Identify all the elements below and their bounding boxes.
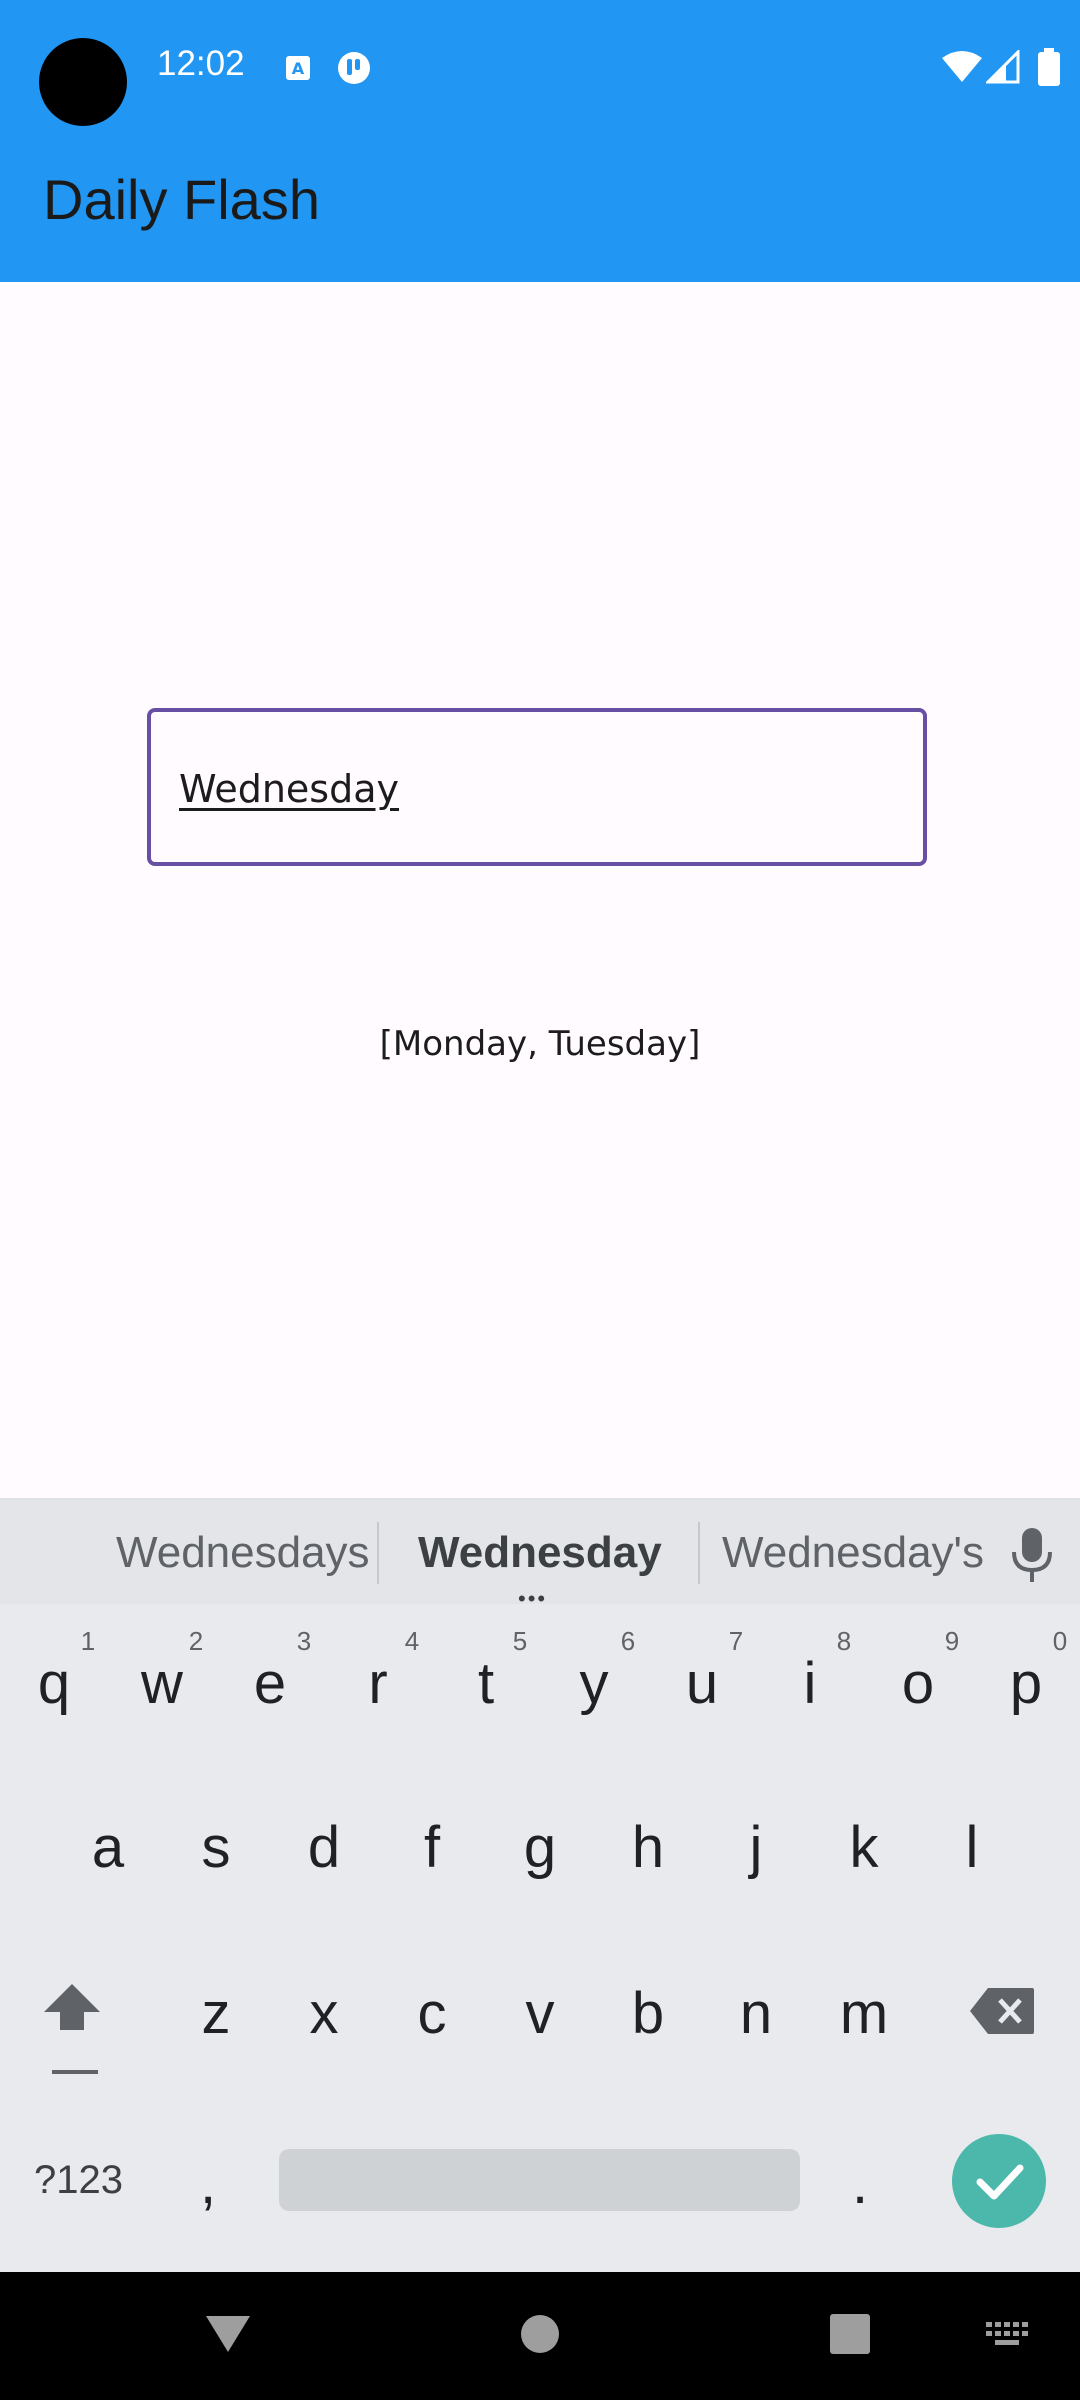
back-nav-icon[interactable] xyxy=(204,2312,252,2356)
suggestion-divider xyxy=(698,1522,700,1584)
key-v[interactable]: v xyxy=(490,1980,590,2047)
key-hint: 1 xyxy=(80,1626,96,1656)
key-hint: 9 xyxy=(944,1626,960,1656)
key-w[interactable]: w xyxy=(112,1650,212,1717)
key-m[interactable]: m xyxy=(814,1980,914,2047)
key-f[interactable]: f xyxy=(382,1814,482,1881)
key-hint: 5 xyxy=(512,1626,528,1656)
key-p[interactable]: p xyxy=(976,1650,1076,1717)
signal-icon xyxy=(986,50,1020,84)
key-r[interactable]: r xyxy=(328,1650,428,1717)
key-u[interactable]: u xyxy=(652,1650,752,1717)
key-o[interactable]: o xyxy=(868,1650,968,1717)
more-suggestions-icon[interactable]: ••• xyxy=(518,1586,547,1612)
suggestion-strip: Wednesdays Wednesday ••• Wednesday's xyxy=(0,1500,1080,1611)
keyboard-notification-icon: A xyxy=(286,56,310,80)
key-d[interactable]: d xyxy=(274,1814,374,1881)
key-g[interactable]: g xyxy=(490,1814,590,1881)
day-input-field[interactable] xyxy=(147,708,927,866)
key-hint: 7 xyxy=(728,1626,744,1656)
key-n[interactable]: n xyxy=(706,1980,806,2047)
key-t[interactable]: t xyxy=(436,1650,536,1717)
battery-icon xyxy=(1038,48,1060,86)
app-title: Daily Flash xyxy=(43,168,320,231)
shift-indicator xyxy=(52,2070,98,2074)
shift-icon[interactable] xyxy=(40,1980,104,2036)
key-l[interactable]: l xyxy=(922,1814,1022,1881)
recents-nav-icon[interactable] xyxy=(830,2314,870,2354)
key-a[interactable]: a xyxy=(58,1814,158,1881)
key-hint: 3 xyxy=(296,1626,312,1656)
key-hint: 6 xyxy=(620,1626,636,1656)
backspace-icon[interactable] xyxy=(968,1986,1036,2036)
svg-text:A: A xyxy=(292,59,305,78)
camera-cutout xyxy=(39,38,127,126)
suggestion-left[interactable]: Wednesdays xyxy=(116,1528,370,1578)
days-list-text: [Monday, Tuesday] xyxy=(379,1024,701,1064)
suggestion-right[interactable]: Wednesday's xyxy=(722,1528,984,1578)
comma-key[interactable]: , xyxy=(200,2150,216,2217)
suggestion-divider xyxy=(377,1522,379,1584)
key-hint: 2 xyxy=(188,1626,204,1656)
status-time: 12:02 xyxy=(157,44,245,83)
microphone-icon[interactable] xyxy=(1010,1528,1054,1584)
wifi-icon xyxy=(942,51,982,82)
keyboard-switch-icon[interactable] xyxy=(986,2322,1030,2350)
enter-key[interactable] xyxy=(952,2134,1046,2228)
day-input[interactable] xyxy=(179,754,899,824)
key-s[interactable]: s xyxy=(166,1814,266,1881)
check-icon xyxy=(976,2164,1024,2200)
space-bar[interactable] xyxy=(279,2149,800,2211)
key-y[interactable]: y xyxy=(544,1650,644,1717)
suggestion-center[interactable]: Wednesday xyxy=(418,1528,662,1578)
key-x[interactable]: x xyxy=(274,1980,374,2047)
key-hint: 0 xyxy=(1052,1626,1068,1656)
key-h[interactable]: h xyxy=(598,1814,698,1881)
key-k[interactable]: k xyxy=(814,1814,914,1881)
app-bar: 12:02 A Daily Flash xyxy=(0,0,1080,282)
key-b[interactable]: b xyxy=(598,1980,698,2047)
app-notification-icon xyxy=(338,52,370,84)
symbols-key[interactable]: ?123 xyxy=(34,2158,123,2203)
key-j[interactable]: j xyxy=(706,1814,806,1881)
key-i[interactable]: i xyxy=(760,1650,860,1717)
key-hint: 8 xyxy=(836,1626,852,1656)
key-hint: 4 xyxy=(404,1626,420,1656)
soft-keyboard: Wednesdays Wednesday ••• Wednesday's q1w… xyxy=(0,1498,1080,2274)
key-q[interactable]: q xyxy=(4,1650,104,1717)
key-e[interactable]: e xyxy=(220,1650,320,1717)
key-c[interactable]: c xyxy=(382,1980,482,2047)
period-key[interactable]: . xyxy=(852,2150,868,2217)
home-nav-icon[interactable] xyxy=(520,2314,560,2354)
key-z[interactable]: z xyxy=(166,1980,266,2047)
navigation-bar xyxy=(0,2272,1080,2400)
